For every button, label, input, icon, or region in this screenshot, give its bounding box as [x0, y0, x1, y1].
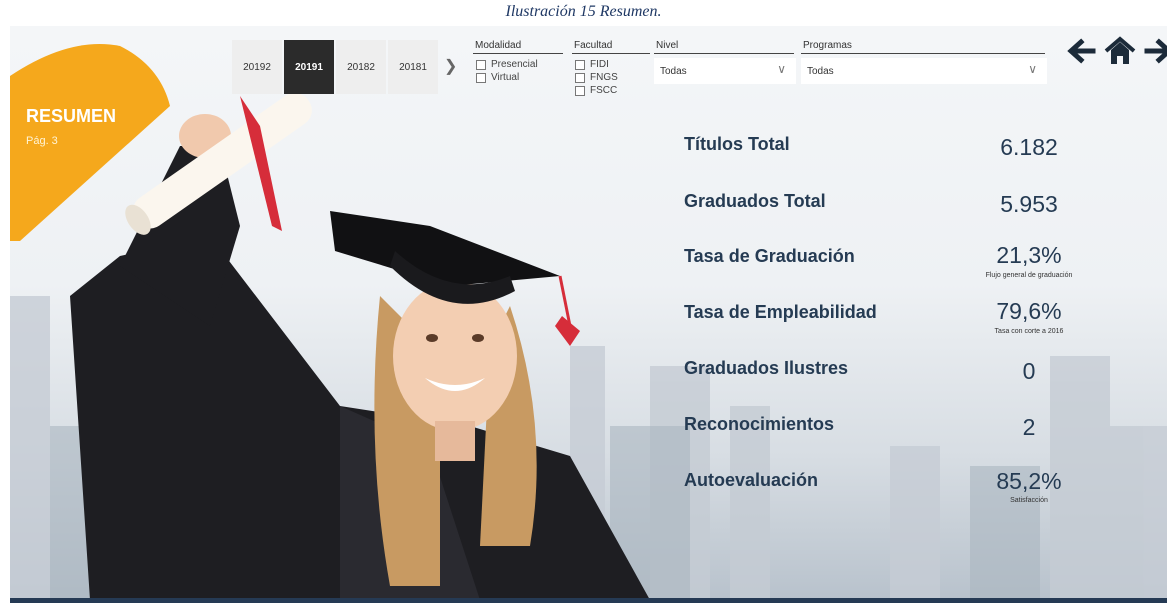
chevron-down-icon[interactable]: ∨: [777, 62, 786, 76]
facultad-label: Facultad: [574, 40, 613, 51]
section-title: RESUMEN: [26, 106, 117, 126]
footer-bar: [10, 598, 1167, 603]
option-label: FSCC: [590, 85, 618, 96]
kpi-note-autoevaluacion: Satisfacción: [1010, 497, 1048, 504]
resumen-tag-shape: [10, 44, 170, 241]
period-tab-20182[interactable]: 20182: [336, 40, 386, 94]
facultad-divider: [572, 53, 650, 54]
kpi-value-tasa-empleabilidad: 79,6%: [996, 298, 1062, 324]
programas-label: Programas: [803, 40, 852, 51]
facultad-option-fidi[interactable]: FIDI: [575, 59, 609, 70]
back-arrow-icon[interactable]: [1065, 36, 1099, 66]
kpi-note-tasa-empleabilidad: Tasa con corte a 2016: [994, 328, 1064, 335]
kpi-value-graduados-total: 5.953: [1000, 191, 1058, 217]
period-tab-20181[interactable]: 20181: [388, 40, 438, 94]
nivel-label: Nivel: [656, 40, 679, 51]
chevron-down-icon[interactable]: ∨: [1028, 62, 1037, 76]
checkbox[interactable]: [575, 72, 585, 83]
figure-caption: Ilustración 15 Resumen.: [505, 3, 662, 20]
programas-dropdown[interactable]: Todas ∨: [801, 58, 1047, 84]
kpi-value-tasa-graduacion: 21,3%: [996, 242, 1062, 268]
kpi-value-titulos-total: 6.182: [1000, 134, 1058, 160]
kpi-label-reconocimientos: Reconocimientos: [684, 414, 835, 434]
kpi-label-titulos-total: Títulos Total: [684, 134, 790, 154]
modalidad-option-virtual[interactable]: Virtual: [476, 72, 519, 83]
facultad-option-fngs[interactable]: FNGS: [575, 72, 618, 83]
programas-divider: [801, 53, 1045, 54]
home-icon[interactable]: [1103, 36, 1137, 66]
modalidad-option-presencial[interactable]: Presencial: [476, 59, 538, 70]
forward-arrow-icon[interactable]: [1141, 36, 1167, 66]
checkbox[interactable]: [575, 59, 585, 70]
facultad-option-fscc[interactable]: FSCC: [575, 85, 617, 96]
kpi-value-graduados-ilustres: 0: [1022, 358, 1036, 384]
kpi-label-tasa-empleabilidad: Tasa de Empleabilidad: [684, 302, 877, 322]
kpi-label-tasa-graduacion: Tasa de Graduación: [684, 246, 855, 266]
kpi-value-autoevaluacion: 85,2%: [996, 468, 1062, 494]
kpi-note-tasa-graduacion: Flujo general de graduación: [985, 272, 1073, 279]
option-label: FIDI: [590, 59, 609, 70]
checkbox[interactable]: [575, 85, 585, 96]
checkbox[interactable]: [476, 59, 486, 70]
nivel-divider: [654, 53, 794, 54]
modalidad-label: Modalidad: [475, 40, 522, 51]
nivel-dropdown[interactable]: Todas ∨: [654, 58, 796, 84]
period-tab-20192[interactable]: 20192: [232, 40, 282, 94]
kpi-label-graduados-total: Graduados Total: [684, 191, 826, 211]
option-label: FNGS: [590, 72, 618, 83]
period-tab-20191[interactable]: 20191: [284, 40, 334, 94]
modalidad-divider: [473, 53, 563, 54]
page-number: Pág. 3: [26, 135, 58, 147]
programas-selected: Todas: [807, 65, 834, 77]
kpi-value-reconocimientos: 2: [1022, 414, 1036, 440]
dashboard-page: RESUMEN Pág. 3 20192 20191 20182 20181 ❯…: [10, 26, 1167, 600]
chevron-right-icon[interactable]: ❯: [444, 56, 457, 76]
kpi-label-graduados-ilustres: Graduados Ilustres: [684, 358, 849, 378]
checkbox[interactable]: [476, 72, 486, 83]
nivel-selected: Todas: [660, 65, 687, 77]
option-label: Presencial: [491, 59, 538, 70]
option-label: Virtual: [491, 72, 520, 83]
kpi-label-autoevaluacion: Autoevaluación: [684, 470, 819, 490]
